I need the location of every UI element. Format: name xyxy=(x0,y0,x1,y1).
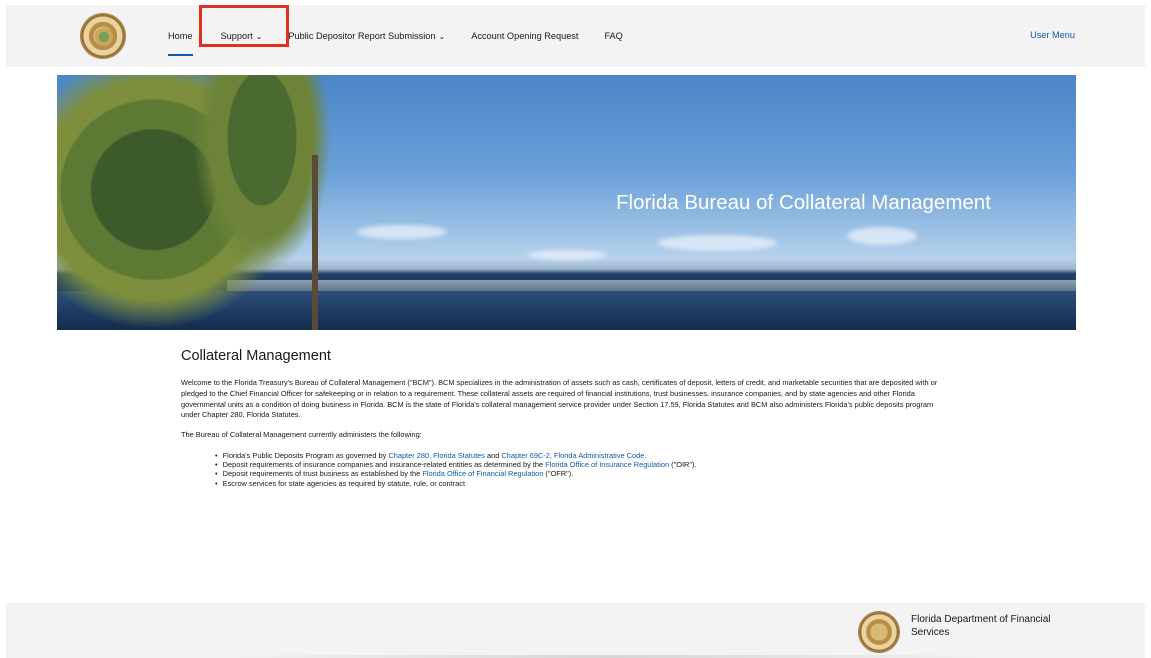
nav-item-public-depositor-report-submission[interactable]: Public Depositor Report Submission ⌄ xyxy=(288,31,445,41)
list-intro: The Bureau of Collateral Management curr… xyxy=(181,430,422,440)
list-item-text: Deposit requirements of trust business a… xyxy=(222,469,423,479)
chevron-down-icon: ⌄ xyxy=(438,32,446,41)
nav-item-faq[interactable]: FAQ xyxy=(604,31,622,41)
hero-banner: Florida Bureau of Collateral Management xyxy=(57,75,1076,330)
page-footer: Florida Department of Financial Services xyxy=(6,603,1145,658)
services-list: Florida's Public Deposits Program as gov… xyxy=(215,451,941,488)
florida-seal-logo[interactable] xyxy=(80,13,126,59)
florida-seal-icon xyxy=(858,611,900,653)
nav-account-opening-label: Account Opening Request xyxy=(471,31,579,41)
list-item: Deposit requirements of insurance compan… xyxy=(215,460,941,469)
list-item-text: ("OIR"). xyxy=(669,460,697,470)
list-item-text: Florida's Public Deposits Program as gov… xyxy=(222,450,389,460)
page-heading: Collateral Management xyxy=(181,348,331,364)
nav-faq-label: FAQ xyxy=(604,31,623,41)
list-item: Florida's Public Deposits Program as gov… xyxy=(215,451,941,460)
list-item: Escrow services for state agencies as re… xyxy=(215,479,941,488)
main-content: Collateral Management Welcome to the Flo… xyxy=(181,348,941,488)
chapter-280-link[interactable]: Chapter 280, Florida Statutes xyxy=(388,451,485,460)
list-item: Deposit requirements of trust business a… xyxy=(215,469,941,478)
list-item-text: Deposit requirements of insurance compan… xyxy=(222,460,546,470)
nav-item-home[interactable]: Home xyxy=(168,30,193,56)
intro-paragraph: Welcome to the Florida Treasury's Bureau… xyxy=(181,378,938,420)
top-navigation-bar: Home Support ⌄ Public Depositor Report Su… xyxy=(6,5,1145,67)
hero-title: Florida Bureau of Collateral Management xyxy=(616,191,991,214)
footer-org-name: Florida Department of Financial Services xyxy=(911,614,1051,638)
cloud-shape xyxy=(847,227,917,245)
palm-trunk xyxy=(312,155,318,330)
list-item-text: and xyxy=(484,450,502,460)
support-highlight-box xyxy=(199,5,289,47)
cloud-shape xyxy=(527,250,607,260)
oir-link[interactable]: Florida Office of Insurance Regulation xyxy=(545,460,669,469)
user-menu-link[interactable]: User Menu xyxy=(1030,30,1075,40)
nav-home-label: Home xyxy=(168,30,193,41)
list-item-text: Escrow services for state agencies as re… xyxy=(222,478,466,488)
chapter-69c2-link[interactable]: Chapter 69C-2, Florida Administrative Co… xyxy=(501,451,644,460)
nav-public-depositor-label: Public Depositor Report Submission xyxy=(288,31,436,41)
ofr-link[interactable]: Florida Office of Financial Regulation xyxy=(422,469,543,478)
cloud-shape xyxy=(657,235,777,251)
list-item-text: . xyxy=(644,450,647,460)
list-item-text: ("OFR"). xyxy=(543,469,574,479)
nav-item-account-opening-request[interactable]: Account Opening Request xyxy=(471,31,578,41)
cloud-shape xyxy=(357,225,447,239)
